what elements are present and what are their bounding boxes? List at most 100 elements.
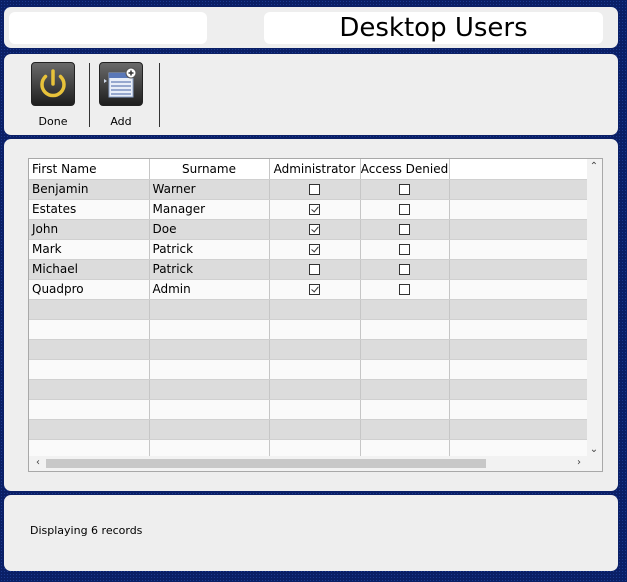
table-row[interactable]: Quadpro Admin [29,279,589,300]
horizontal-scrollbar[interactable]: ‹ › [29,456,602,471]
cell-first-name[interactable]: Estates [29,199,150,220]
table-row[interactable]: John Doe [29,219,589,240]
cell-first-name [29,379,150,400]
cell-filler [449,199,589,220]
access-denied-checkbox[interactable] [399,184,410,195]
access-denied-checkbox[interactable] [399,244,410,255]
administrator-checkbox[interactable] [309,184,320,195]
cell-filler [449,359,589,380]
column-header-access-denied[interactable]: Access Denied [360,159,450,180]
empty-table-row [29,319,589,340]
header-title-box: Desktop Users [264,12,603,44]
cell-access-denied [360,299,450,320]
empty-table-row [29,339,589,360]
access-denied-checkbox[interactable] [399,264,410,275]
cell-filler [449,379,589,400]
cell-first-name [29,359,150,380]
column-header-first-name[interactable]: First Name [29,159,150,180]
cell-filler [449,279,589,300]
administrator-checkbox[interactable] [309,264,320,275]
cell-administrator [269,299,361,320]
cell-surname [149,419,270,440]
column-header-filler [449,159,589,180]
cell-first-name [29,419,150,440]
empty-table-row [29,359,589,380]
cell-surname[interactable]: Doe [149,219,270,240]
table-row[interactable]: Estates Manager [29,199,589,220]
vertical-scrollbar[interactable]: ⌃ ⌄ [587,159,602,457]
administrator-checkbox[interactable] [309,224,320,235]
scroll-down-icon[interactable]: ⌄ [587,444,601,455]
header-left-box [9,12,207,44]
add-button[interactable]: Add [93,62,149,128]
cell-administrator [269,179,361,200]
cell-first-name[interactable]: Mark [29,239,150,260]
empty-table-row [29,299,589,320]
cell-first-name [29,339,150,360]
users-grid[interactable]: First Name Surname Administrator Access … [28,158,603,472]
table-row[interactable]: Mark Patrick [29,239,589,260]
cell-surname [149,399,270,420]
table-row[interactable]: Michael Patrick [29,259,589,280]
cell-surname[interactable]: Patrick [149,239,270,260]
access-denied-checkbox[interactable] [399,204,410,215]
cell-filler [449,339,589,360]
cell-surname [149,379,270,400]
cell-filler [449,399,589,420]
empty-table-row [29,399,589,420]
column-header-administrator[interactable]: Administrator [269,159,361,180]
cell-first-name[interactable]: Michael [29,259,150,280]
column-header-surname[interactable]: Surname [149,159,270,180]
cell-administrator [269,379,361,400]
access-denied-checkbox[interactable] [399,284,410,295]
cell-administrator [269,319,361,340]
cell-filler [449,419,589,440]
cell-access-denied [360,359,450,380]
toolbar: Done Add [4,54,618,135]
toolbar-separator [159,63,160,127]
cell-surname[interactable]: Admin [149,279,270,300]
cell-filler [449,259,589,280]
cell-administrator [269,419,361,440]
cell-administrator [269,239,361,260]
grid-panel: First Name Surname Administrator Access … [4,139,618,491]
access-denied-checkbox[interactable] [399,224,410,235]
administrator-checkbox[interactable] [309,244,320,255]
administrator-checkbox[interactable] [309,204,320,215]
administrator-checkbox[interactable] [309,284,320,295]
scroll-left-icon[interactable]: ‹ [31,457,45,468]
status-panel: Displaying 6 records [4,495,618,571]
cell-access-denied [360,399,450,420]
cell-access-denied [360,259,450,280]
cell-filler [449,319,589,340]
cell-surname[interactable]: Warner [149,179,270,200]
empty-table-row [29,419,589,440]
done-button[interactable]: Done [25,62,81,128]
cell-first-name [29,299,150,320]
empty-table-row [29,379,589,400]
cell-surname [149,359,270,380]
cell-filler [449,299,589,320]
scroll-right-icon[interactable]: › [572,457,586,468]
done-label: Done [38,115,68,128]
cell-access-denied [360,419,450,440]
cell-first-name [29,399,150,420]
horizontal-scroll-thumb[interactable] [46,459,486,468]
page-title: Desktop Users [339,13,528,43]
cell-surname [149,319,270,340]
cell-first-name[interactable]: Benjamin [29,179,150,200]
cell-surname[interactable]: Patrick [149,259,270,280]
cell-first-name[interactable]: John [29,219,150,240]
cell-access-denied [360,239,450,260]
cell-filler [449,219,589,240]
table-row[interactable]: Benjamin Warner [29,179,589,200]
cell-administrator [269,219,361,240]
power-icon [31,62,75,106]
cell-administrator [269,339,361,360]
cell-surname[interactable]: Manager [149,199,270,220]
cell-first-name[interactable]: Quadpro [29,279,150,300]
toolbar-separator [89,63,90,127]
cell-surname [149,299,270,320]
record-count-status: Displaying 6 records [30,524,143,537]
scroll-up-icon[interactable]: ⌃ [587,161,601,172]
